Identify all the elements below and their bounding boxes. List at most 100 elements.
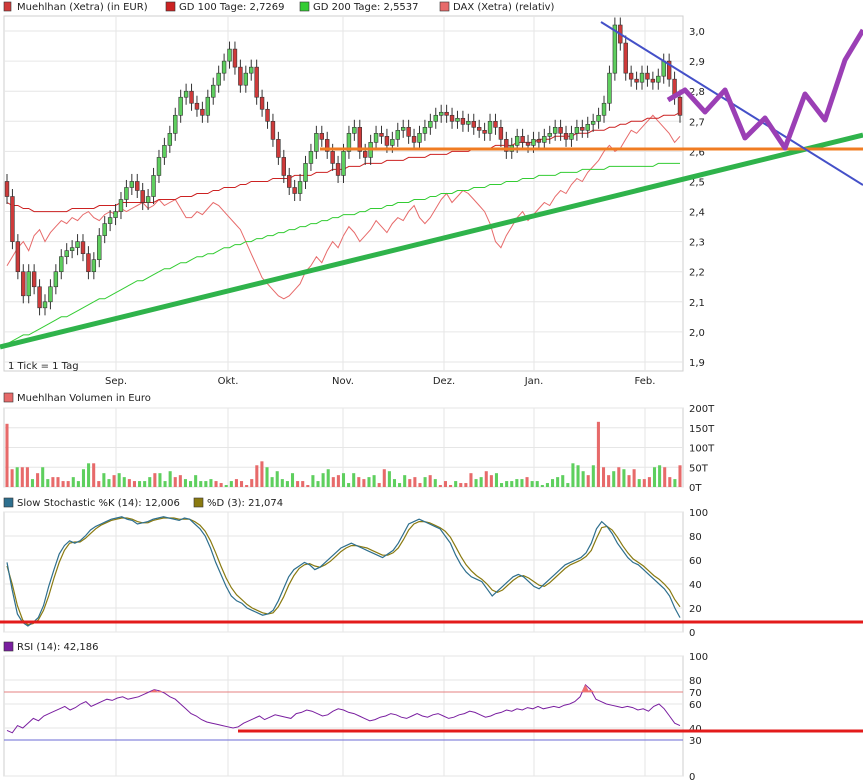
candle-down <box>194 102 200 110</box>
candle-up <box>59 256 64 273</box>
candle-up <box>107 217 113 224</box>
candle-down <box>460 117 466 125</box>
candle-up <box>590 120 596 125</box>
candle-up <box>607 72 612 104</box>
volume-bar <box>326 469 330 487</box>
volume-bar <box>20 467 24 487</box>
candle-down <box>238 66 243 86</box>
candle-down <box>265 108 270 122</box>
candle-down <box>276 139 281 158</box>
candle-down <box>449 114 455 122</box>
candle-down <box>563 133 569 140</box>
volume-bar <box>41 467 45 487</box>
volume-bar <box>245 485 249 487</box>
volume-bar <box>362 479 366 487</box>
candle-down <box>476 127 482 131</box>
volume-bar <box>219 483 223 487</box>
volume-tick-label: 100T <box>689 444 715 455</box>
candle-up <box>585 124 590 131</box>
price-tick-label: 1,9 <box>689 358 705 369</box>
chart-canvas: 1,92,02,12,22,32,42,52,62,72,82,93,0Sep.… <box>0 1 863 783</box>
volume-bar <box>270 477 274 487</box>
candle-down <box>379 133 384 137</box>
price-tick-label: 2,0 <box>689 328 705 339</box>
candle-up <box>639 72 645 83</box>
candle-down <box>525 142 531 146</box>
volume-bar <box>199 481 203 487</box>
volume-bar <box>107 479 111 487</box>
volume-bar <box>515 479 519 487</box>
rsi-tick-label: 70 <box>689 688 702 699</box>
candle-down <box>232 48 238 68</box>
volume-bar <box>112 475 116 487</box>
candle-up <box>656 75 661 83</box>
volume-bar <box>153 473 157 487</box>
candle-up <box>97 235 102 260</box>
volume-bar <box>214 481 218 487</box>
candle-up <box>183 90 189 98</box>
candle-up <box>308 151 314 164</box>
candle-down <box>10 196 15 242</box>
candle-down <box>86 253 91 273</box>
rsi-tick-label: 60 <box>689 700 702 711</box>
volume-bar <box>418 483 422 487</box>
volume-bar <box>66 481 70 487</box>
gd200-swatch <box>299 1 310 12</box>
candle-up <box>428 120 433 128</box>
chart-root: 1,9 2,0 2,1 2,2 2,3 2,4 2,5 2,6 2,7 2,8 2,9 3,0 Sep.… <box>0 0 863 784</box>
volume-bar <box>398 483 402 487</box>
candle-up <box>569 133 574 140</box>
price-tick-label: 2,2 <box>689 268 705 279</box>
candle-up <box>303 163 308 182</box>
candle-down <box>135 181 140 191</box>
volume-bar <box>132 481 136 487</box>
candle-down <box>259 96 265 110</box>
candle-up <box>102 223 107 236</box>
candle-down <box>384 136 390 146</box>
candle-down <box>319 133 324 140</box>
candle-down <box>493 120 498 128</box>
candle-up <box>145 196 151 203</box>
legend-label: DAX (Xetra) (relativ) <box>453 2 555 13</box>
volume-bar <box>551 479 555 487</box>
volume-bar <box>331 477 335 487</box>
volume-bar <box>61 481 65 487</box>
candle-up <box>162 145 167 158</box>
volume-bar <box>622 469 626 487</box>
volume-bar <box>10 469 14 487</box>
volume-tick-label: 0T <box>689 483 702 494</box>
volume-bar <box>607 475 611 487</box>
volume-bar <box>336 475 340 487</box>
volume-bar <box>102 473 106 487</box>
candle-up <box>26 271 31 297</box>
volume-bar <box>479 477 483 487</box>
volume-bar <box>194 475 198 487</box>
volume-bar <box>158 473 162 487</box>
volume-bar <box>617 467 621 487</box>
volume-bar <box>423 477 427 487</box>
volume-bar <box>306 485 310 487</box>
candle-down <box>31 271 37 288</box>
rsi-tick-label: 30 <box>689 736 702 747</box>
volume-bar <box>36 473 40 487</box>
candle-up <box>422 127 428 134</box>
month-label: Nov. <box>332 376 354 387</box>
volume-bar <box>433 479 437 487</box>
volume-bar <box>627 475 631 487</box>
candle-up <box>390 139 395 146</box>
volume-bar <box>566 483 570 487</box>
volume-bar <box>30 479 35 487</box>
volume-bar <box>143 481 147 487</box>
volume-bar <box>642 479 646 487</box>
price-tick-label: 2,7 <box>689 117 705 128</box>
stoch-tick-label: 20 <box>689 604 702 615</box>
volume-bar <box>474 479 478 487</box>
candle-down <box>287 175 292 188</box>
legend-label: Muehlhan (Xetra) (in EUR) <box>17 2 148 13</box>
candle-down <box>363 151 368 158</box>
candle-down <box>580 127 585 131</box>
volume-bar <box>117 473 121 487</box>
candle-up <box>69 247 75 251</box>
stoch-legend-k: Slow Stochastic %K (14): 12,006 <box>17 498 180 509</box>
volume-swatch <box>3 392 14 403</box>
